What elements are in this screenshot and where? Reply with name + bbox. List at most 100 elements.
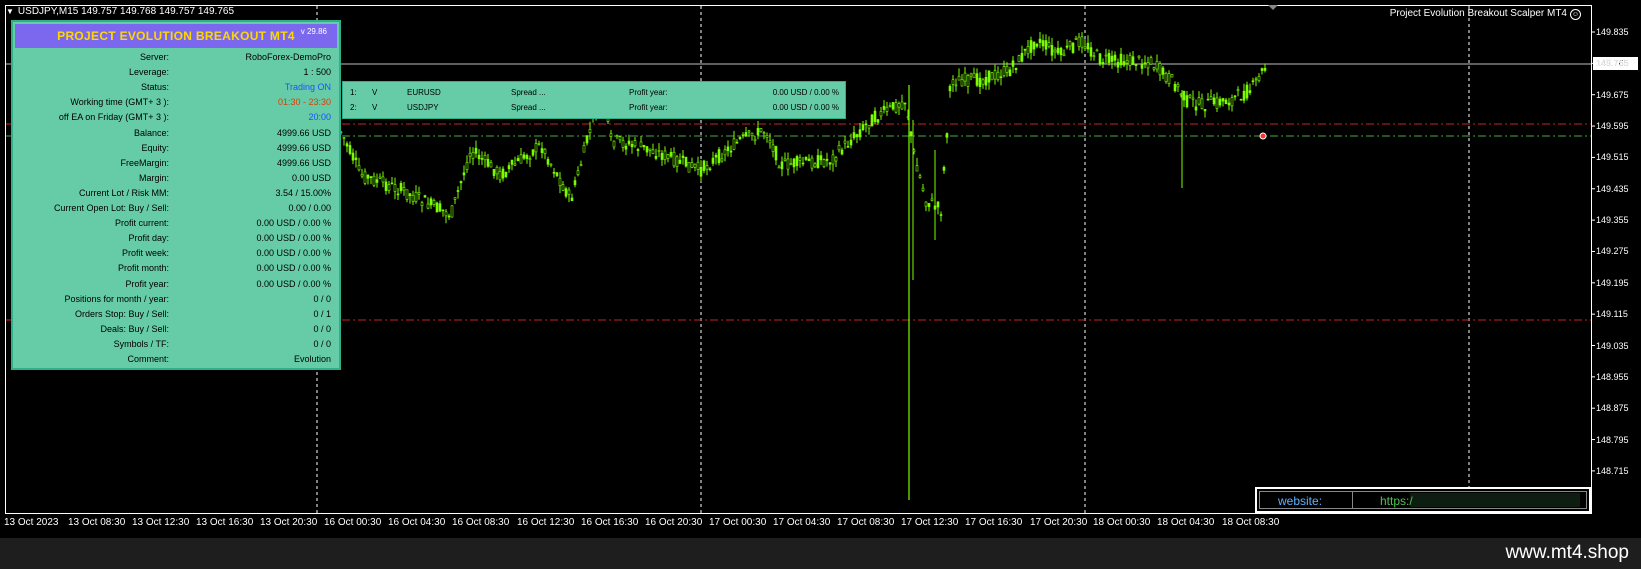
time-tick-label: 13 Oct 12:30 [132,517,190,528]
candle-body [639,141,643,148]
ea-name-text: Project Evolution Breakout Scalper MT4 [1389,8,1567,19]
candle-body [648,148,652,151]
candle-body [450,205,454,218]
time-tick-label: 16 Oct 12:30 [517,517,575,528]
symbol-num: 2: [350,103,357,112]
candle-body [852,132,856,139]
candle-body [1032,41,1036,50]
candle-body [1254,78,1258,81]
candle-body [1044,40,1048,50]
chart-window[interactable]: ▼ USDJPY,M15 149.757 149.768 149.757 149.… [0,0,1641,538]
candle-body [828,162,832,165]
website-url[interactable]: https:/ [1380,494,1413,508]
panel-row-label: Current Open Lot: Buy / Sell: [53,203,169,213]
candle-body [468,152,472,157]
price-tick-label: 148.955 [1596,371,1629,382]
candle-body [897,103,901,108]
panel-row: Current Open Lot: Buy / Sell: 0.00 / 0.00 [13,201,339,216]
candle-body [423,195,427,198]
candle-body [846,146,850,148]
panel-row-label: Current Lot / Risk MM: [78,187,169,198]
candle-body [945,133,949,138]
candle-body [1260,68,1264,71]
caret-down-icon[interactable]: ▼ [6,7,14,16]
candle-body [1257,76,1261,82]
panel-row-value: 0.00 USD / 0.00 % [256,233,331,244]
scroll-marker-icon [1268,5,1278,10]
candle-body [1128,55,1132,66]
candle-body [1053,49,1057,53]
candle-body [1116,62,1120,68]
candle-body [699,166,703,177]
bottom-bar: www.mt4.shop [0,538,1641,569]
candle-body [1125,60,1129,64]
symbol-spread: Spread ... [511,88,546,97]
candle-body [1182,90,1186,101]
candle-body [744,132,748,137]
candle-body [768,140,772,144]
candle-body [618,136,622,141]
panel-row-label: Profit day: [128,233,169,244]
candle-body [636,149,640,151]
panel-row: off EA on Friday (GMT+ 3 ): 20:00 [13,110,339,125]
candle-body [813,163,817,168]
candle-body [396,193,400,196]
candle-body [1095,49,1099,52]
panel-row: Status: Trading ON [13,80,339,95]
candle-body [489,162,493,168]
candle-body [447,215,451,218]
candle-body [1110,55,1114,62]
candle-body [558,177,562,187]
price-tick-label: 148.715 [1596,465,1629,476]
candle-body [729,150,733,153]
candle-body [1248,90,1252,93]
candle-body [873,110,877,123]
candle-body [516,158,520,162]
candle-body [609,133,613,137]
candle-body [633,140,637,147]
ea-name-label: Project Evolution Breakout Scalper MT4 ☺ [1390,8,1581,20]
candle-body [681,155,685,158]
time-tick-label: 17 Oct 12:30 [901,517,959,528]
panel-row-value: 20:00 [308,112,331,123]
panel-row-value: RoboForex-DemoPro [245,52,331,62]
candle-body [993,70,997,80]
candle-body [981,79,985,85]
panel-row: Comment: Evolution [13,352,339,367]
price-tick-label: 148.795 [1596,434,1629,445]
panel-row-label: Profit current: [114,218,169,229]
candle-body [879,111,883,117]
candle-body [825,158,829,161]
time-tick-label: 18 Oct 00:30 [1093,517,1151,528]
candle-body [1047,42,1051,47]
website-url-background [1410,493,1580,507]
panel-row-value: 0 / 0 [313,293,331,304]
panel-row-label: Symbols / TF: [113,338,169,349]
candle-body [1221,98,1225,102]
website-divider [1352,492,1353,508]
candle-body [1005,66,1009,73]
candle-body [528,158,532,160]
candle-body [654,155,658,159]
candle-body [537,143,541,145]
candle-body [1224,99,1228,105]
panel-row-value: 0.00 USD / 0.00 % [256,278,331,289]
candle-body [1170,74,1174,78]
candle-body [399,183,403,192]
candle-body [861,124,865,131]
chart-title: ▼ USDJPY,M15 149.757 149.768 149.757 149.… [6,6,234,17]
candle-body [765,135,769,138]
candle-body [366,174,370,179]
panel-row-value: 0 / 0 [313,338,331,349]
candle-body [1158,63,1162,76]
candle-body [1194,106,1198,111]
candle-body [1218,98,1222,106]
panel-row-label: Comment: [127,354,169,364]
candle-body [858,129,862,138]
candle-body [1023,48,1027,51]
panel-row-value: 0.00 USD [291,172,331,183]
time-tick-label: 16 Oct 00:30 [324,517,382,528]
candle-body [1209,96,1213,100]
candle-body [720,158,724,162]
candle-body [1245,84,1249,99]
